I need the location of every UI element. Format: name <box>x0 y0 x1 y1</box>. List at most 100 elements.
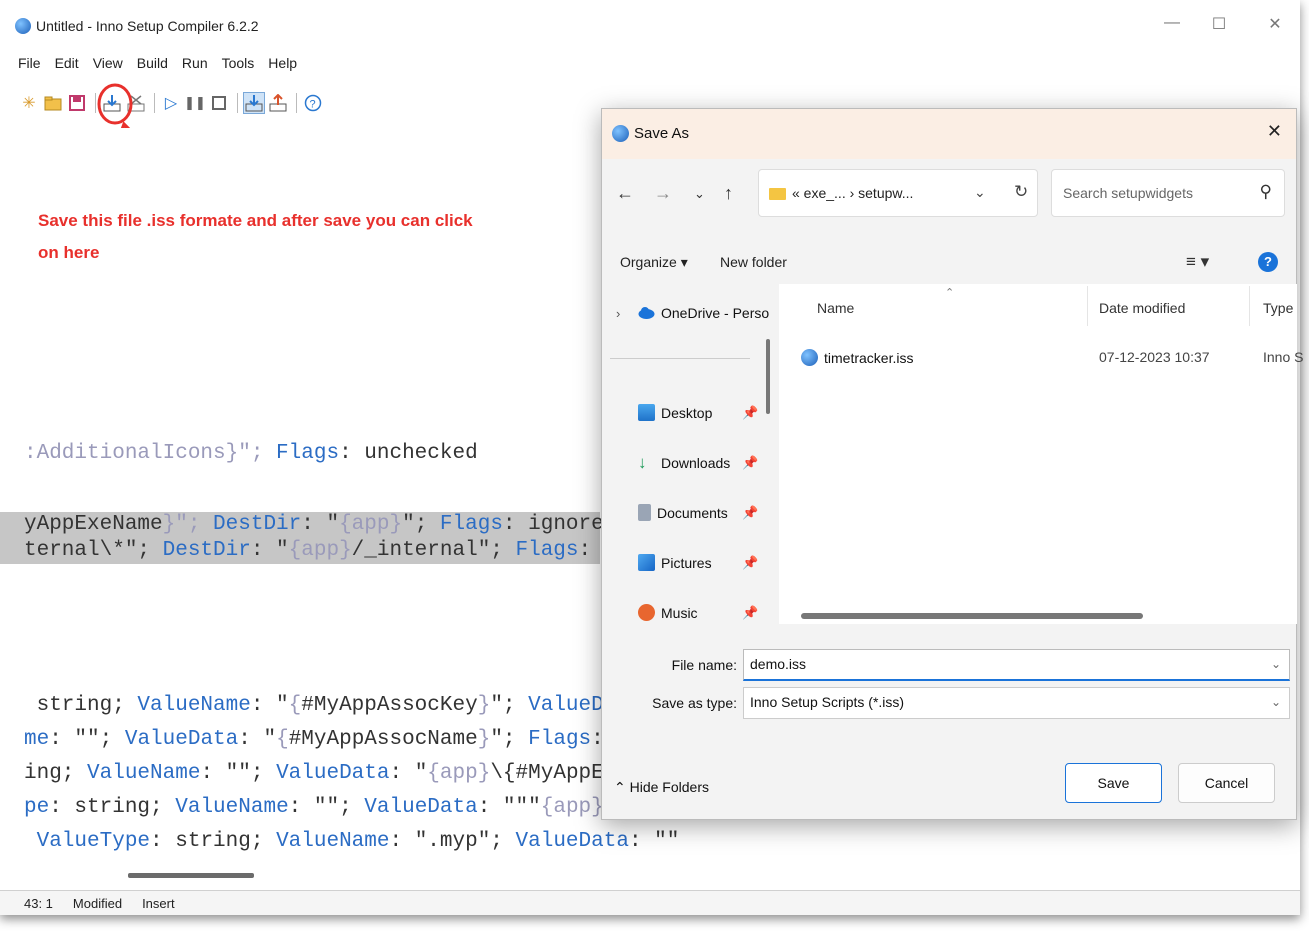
search-input[interactable]: Search setupwidgets ⚲ <box>1051 169 1285 217</box>
chevron-down-icon[interactable]: ⌄ <box>1271 695 1281 709</box>
column-type[interactable]: Type <box>1263 300 1293 316</box>
target-uninstall-icon[interactable] <box>267 92 289 114</box>
code-line-6: ing; ValueName: ""; ValueData: "{app}\{#… <box>24 762 642 785</box>
nav-item-onedrive[interactable]: OneDrive - Perso <box>638 304 771 321</box>
code-line-1: :AdditionalIcons}"; Flags: unchecked <box>24 442 478 465</box>
column-name[interactable]: Name <box>817 300 854 316</box>
iss-file-icon <box>801 349 818 366</box>
code-line-3: ternal\*"; DestDir: "{app}/_internal"; F… <box>0 538 642 564</box>
file-list: ⌃ Name Date modified Type timetracker.is… <box>779 284 1303 624</box>
cursor-position: 43: 1 <box>24 895 53 911</box>
insert-mode: Insert <box>142 895 175 911</box>
file-name-label: File name: <box>671 657 737 673</box>
pin-icon[interactable]: 📌 <box>742 555 758 571</box>
expand-chevron-icon[interactable]: › <box>616 306 620 321</box>
document-icon <box>638 504 651 521</box>
new-folder-button[interactable]: New folder <box>720 254 787 270</box>
chevron-up-icon: ⌃ <box>614 779 626 795</box>
cancel-button[interactable]: Cancel <box>1178 763 1275 803</box>
column-separator <box>1087 286 1088 326</box>
navigation-row: ← → ⌄ ↑ « exe_... › setupw... ⌄ ↻ Search… <box>602 169 1296 217</box>
nav-label: Documents <box>657 504 728 521</box>
maximize-icon[interactable]: ☐ <box>1204 14 1234 34</box>
file-name-row: File name: demo.iss ⌄ <box>602 649 1296 683</box>
save-type-row: Save as type: Inno Setup Scripts (*.iss)… <box>602 687 1296 721</box>
nav-item-music[interactable]: Music <box>638 604 698 621</box>
hide-folders-button[interactable]: ⌃ Hide Folders <box>614 779 709 796</box>
status-bar: 43: 1 Modified Insert <box>0 890 1300 915</box>
address-bar[interactable]: « exe_... › setupw... ⌄ ↻ <box>758 169 1038 217</box>
file-list-scrollbar[interactable] <box>801 613 1143 619</box>
sort-up-icon: ⌃ <box>945 287 955 299</box>
refresh-icon[interactable]: ↻ <box>1014 182 1028 202</box>
minimize-icon[interactable]: — <box>1157 14 1187 32</box>
editor-horizontal-scrollbar[interactable] <box>128 873 254 878</box>
recent-locations-icon[interactable]: ⌄ <box>694 186 705 202</box>
dialog-title-bar: Save As ✕ <box>602 109 1296 159</box>
command-bar: Organize ▾ New folder ≡ ▾ ? <box>602 242 1296 284</box>
help-icon[interactable]: ? <box>1258 252 1278 272</box>
menu-help[interactable]: Help <box>261 55 304 77</box>
nav-label: Music <box>661 604 698 621</box>
file-date: 07-12-2023 10:37 <box>1099 349 1210 365</box>
dialog-title: Save As <box>634 125 690 142</box>
nav-label: Pictures <box>661 554 712 571</box>
dialog-close-icon[interactable]: ✕ <box>1267 121 1282 142</box>
column-separator <box>1249 286 1250 326</box>
search-icon: ⚲ <box>1259 182 1272 201</box>
file-name-input[interactable]: demo.iss ⌄ <box>743 649 1290 681</box>
chevron-down-icon[interactable]: ⌄ <box>1271 657 1281 671</box>
code-line-5: me: ""; ValueData: "{#MyAppAssocName}"; … <box>24 728 642 751</box>
code-line-8: ValueType: string; ValueName: ".myp"; Va… <box>24 830 680 853</box>
close-icon[interactable]: ✕ <box>1260 14 1290 34</box>
modified-status: Modified <box>72 895 123 911</box>
file-name: timetracker.iss <box>824 349 914 366</box>
back-arrow-icon[interactable]: ← <box>616 183 634 204</box>
app-icon <box>612 125 629 142</box>
download-icon: ↓ <box>638 453 647 472</box>
address-path: « exe_... › setupw... <box>792 185 914 201</box>
nav-label: Desktop <box>661 404 713 421</box>
pin-icon[interactable]: 📌 <box>742 455 758 471</box>
nav-label: Downloads <box>661 454 731 471</box>
chevron-down-icon[interactable]: ⌄ <box>974 184 986 201</box>
nav-label: OneDrive - Perso <box>661 304 770 321</box>
music-icon <box>638 604 655 621</box>
forward-arrow-icon[interactable]: → <box>654 183 672 204</box>
save-type-label: Save as type: <box>652 695 737 711</box>
code-line-4: string; ValueName: "{#MyAppAssocKey}"; V… <box>24 694 642 717</box>
help-icon[interactable]: ? <box>302 92 324 114</box>
search-placeholder: Search setupwidgets <box>1063 185 1193 201</box>
save-type-select[interactable]: Inno Setup Scripts (*.iss) ⌄ <box>743 687 1290 719</box>
column-date-modified[interactable]: Date modified <box>1099 300 1185 316</box>
file-name-value: demo.iss <box>750 656 807 672</box>
pictures-icon <box>638 554 655 571</box>
pin-icon[interactable]: 📌 <box>742 505 758 521</box>
view-options-icon[interactable]: ≡ ▾ <box>1186 252 1209 272</box>
nav-separator <box>610 358 750 359</box>
hide-folders-label: Hide Folders <box>629 779 709 795</box>
nav-item-desktop[interactable]: Desktop <box>638 404 712 421</box>
up-arrow-icon[interactable]: ↑ <box>724 183 733 204</box>
organize-button[interactable]: Organize ▾ <box>620 254 688 271</box>
cloud-icon <box>638 307 655 319</box>
folder-icon <box>769 188 786 200</box>
code-line-7: pe: string; ValueName: ""; ValueData: ""… <box>24 796 642 819</box>
save-button[interactable]: Save <box>1065 763 1162 803</box>
nav-item-downloads[interactable]: ↓ Downloads <box>638 454 730 471</box>
pin-icon[interactable]: 📌 <box>742 405 758 421</box>
dialog-buttons: ⌃ Hide Folders Save Cancel <box>602 749 1296 819</box>
nav-item-documents[interactable]: Documents <box>638 504 728 521</box>
desktop-icon <box>638 404 655 421</box>
code-line-2: yAppExeName}"; DestDir: "{app}"; Flags: … <box>0 512 642 538</box>
svg-text:?: ? <box>310 99 316 111</box>
save-as-dialog: Save As ✕ ← → ⌄ ↑ « exe_... › setupw... … <box>601 108 1303 820</box>
toolbar-separator <box>296 93 297 113</box>
nav-item-pictures[interactable]: Pictures <box>638 554 712 571</box>
navigation-pane: › OneDrive - Perso Desktop 📌 ↓ Downloads… <box>602 284 777 624</box>
nav-scrollbar[interactable] <box>766 339 770 414</box>
file-row[interactable]: timetracker.iss <box>801 349 913 366</box>
file-type: Inno S <box>1263 349 1303 365</box>
annotation-text: Save this file .iss formate and after sa… <box>38 211 473 262</box>
pin-icon[interactable]: 📌 <box>742 605 758 621</box>
